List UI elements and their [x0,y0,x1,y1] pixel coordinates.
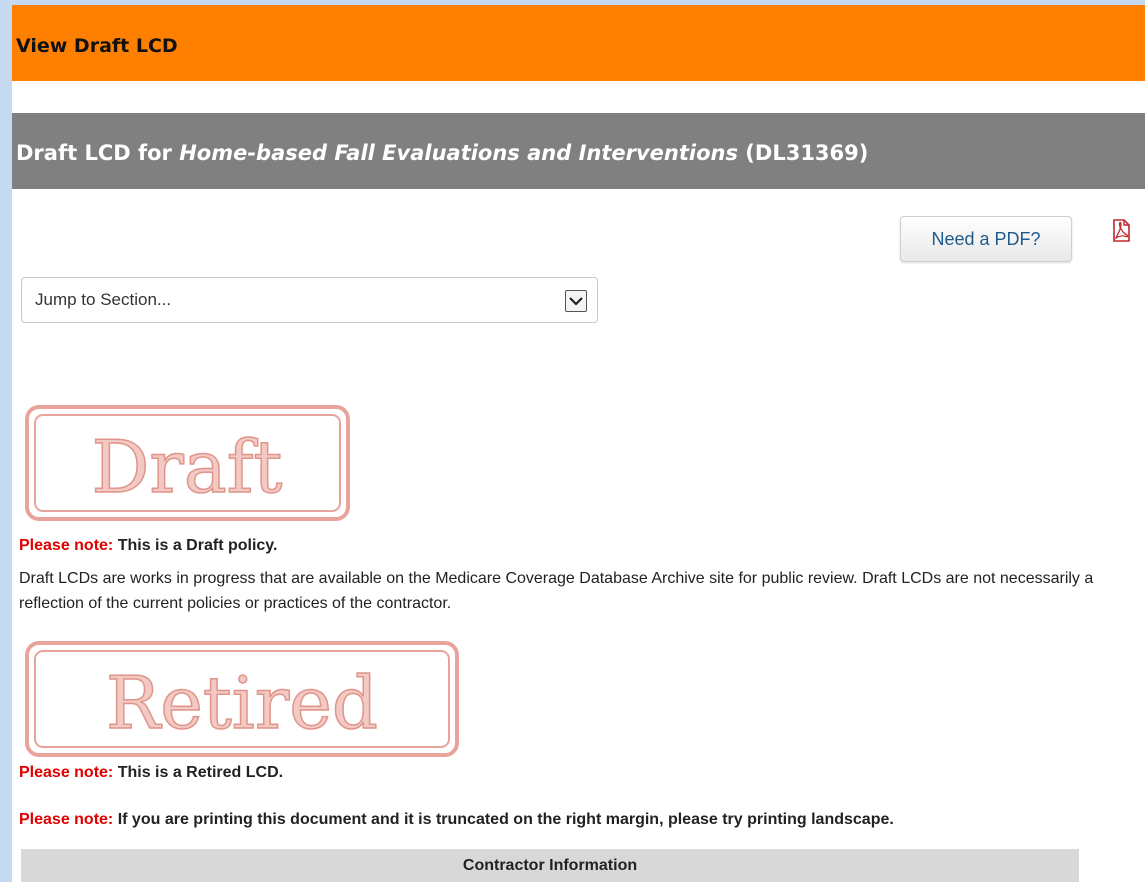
jump-to-section-select[interactable]: Jump to Section... [21,277,598,323]
retired-note: Please note: This is a Retired LCD. [19,764,283,782]
retired-stamp-text: Retired [106,661,378,745]
need-pdf-button[interactable]: Need a PDF? [900,216,1072,262]
printing-note: Please note: If you are printing this do… [19,811,894,829]
lcd-title-id: (DL31369) [745,141,869,165]
chevron-down-icon[interactable] [565,290,587,312]
draft-note: Please note: This is a Draft policy. [19,537,277,555]
lcd-title-bar: Draft LCD for Home-based Fall Evaluation… [12,113,1145,189]
lcd-title-name: Home-based Fall Evaluations and Interven… [179,141,738,165]
printing-note-text: If you are printing this document and it… [113,811,894,828]
page-title: View Draft LCD [16,35,178,57]
lcd-title-prefix: Draft LCD for [16,141,180,165]
jump-to-section-value: Jump to Section... [35,290,172,309]
page-header: View Draft LCD [12,5,1145,81]
retired-stamp: Retired [25,641,459,757]
retired-note-label: Please note: [19,764,114,781]
draft-stamp: Draft [25,405,350,521]
lcd-title: Draft LCD for Home-based Fall Evaluation… [16,141,868,165]
page: View Draft LCD Draft LCD for Home-based … [12,0,1145,882]
pdf-icon[interactable] [1110,219,1132,243]
draft-stamp-text: Draft [92,425,283,509]
draft-note-label: Please note: [19,537,114,554]
contractor-information-title: Contractor Information [462,857,638,874]
draft-note-text: This is a Draft policy. [113,537,278,554]
retired-note-text: This is a Retired LCD. [113,764,284,781]
printing-note-label: Please note: [19,811,114,828]
draft-description: Draft LCDs are works in progress that ar… [19,570,1094,612]
contractor-information-header: Contractor Information [21,849,1079,882]
